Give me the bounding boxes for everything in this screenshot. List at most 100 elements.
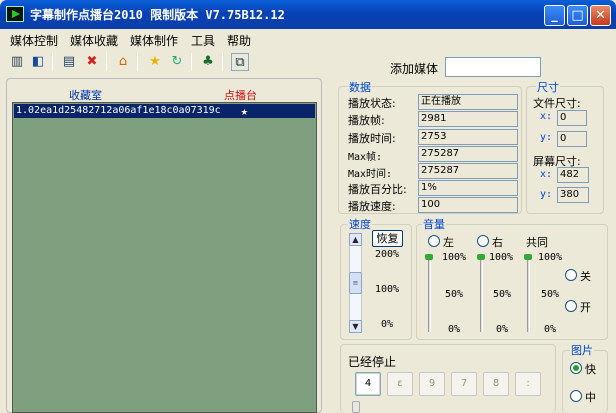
- picture-medium-label: 中: [585, 391, 596, 404]
- list-item[interactable]: 1.02ea1d25482712a06af1e18c0a07319c ★: [14, 104, 315, 118]
- volume-right-radio[interactable]: [477, 235, 489, 247]
- picture-fast-label: 快: [585, 363, 596, 376]
- edit-icon[interactable]: ▤: [60, 53, 78, 71]
- play-percent-value: 1%: [418, 180, 518, 196]
- max-time-value: 275287: [418, 163, 518, 179]
- speed-max-label: 200%: [375, 249, 400, 260]
- screen-y-value: 380: [557, 187, 589, 203]
- menu-help[interactable]: 帮助: [227, 32, 251, 49]
- max-frame-label: Max帧:: [348, 152, 383, 163]
- volume-left-radio[interactable]: [428, 235, 440, 247]
- home-icon[interactable]: ⌂: [114, 53, 132, 71]
- speed-down-arrow-icon[interactable]: ▼: [349, 320, 362, 333]
- file-y-label: y:: [540, 132, 553, 143]
- volume-common-slider[interactable]: [527, 256, 530, 332]
- window-title: 字幕制作点播台2010 限制版本 V7.75B12.12: [30, 8, 285, 22]
- maximize-button[interactable]: □: [567, 5, 588, 26]
- volume-left-min: 0%: [448, 324, 461, 335]
- star-icon[interactable]: ★: [146, 53, 164, 71]
- volume-common-mid: 50%: [541, 289, 560, 300]
- volume-left-label: 左: [443, 236, 454, 249]
- film-icon[interactable]: ▥: [8, 53, 26, 71]
- toolbar-separator: [137, 53, 138, 71]
- minimize-button[interactable]: _: [544, 5, 565, 26]
- tab-ondemand[interactable]: 点播台: [224, 87, 257, 103]
- picture-fast-radio[interactable]: [570, 362, 582, 374]
- tab-favorites[interactable]: 收藏室: [69, 87, 102, 103]
- play-time-label: 播放时间:: [348, 132, 396, 145]
- menu-media-production[interactable]: 媒体制作: [130, 32, 178, 49]
- play-time-value: 2753: [418, 129, 518, 145]
- volume-right-slider[interactable]: [480, 256, 483, 332]
- window-icon[interactable]: ⧉: [231, 53, 249, 71]
- speed-mid-label: 100%: [375, 284, 400, 295]
- playlist[interactable]: 1.02ea1d25482712a06af1e18c0a07319c ★: [12, 102, 317, 413]
- tree-icon[interactable]: ♣: [199, 53, 217, 71]
- list-item-name: 1.02ea1d25482712a06af1e18c0a07319c: [16, 105, 221, 116]
- panel-icon[interactable]: ◧: [29, 53, 47, 71]
- toolbar-separator: [106, 53, 107, 71]
- volume-right-mid: 50%: [493, 289, 512, 300]
- volume-common-max: 100%: [538, 252, 563, 263]
- digit-button-4[interactable]: 7: [451, 372, 477, 396]
- play-frame-value: 2981: [418, 111, 518, 127]
- menu-tools[interactable]: 工具: [191, 32, 215, 49]
- volume-on-label: 开: [580, 301, 591, 314]
- toolbar-separator: [222, 53, 223, 71]
- file-y-value: 0: [557, 131, 587, 147]
- file-size-label: 文件尺寸:: [533, 97, 581, 110]
- volume-off-radio[interactable]: [565, 269, 577, 281]
- menu-media-control[interactable]: 媒体控制: [10, 32, 58, 49]
- favorite-star-icon: ★: [240, 104, 248, 118]
- volume-left-slider[interactable]: [428, 256, 431, 332]
- digit-button-3[interactable]: 9: [419, 372, 445, 396]
- title-bar[interactable]: 字幕制作点播台2010 限制版本 V7.75B12.12 _ □ ✕: [0, 0, 616, 29]
- volume-on-radio[interactable]: [565, 300, 577, 312]
- volume-left-max: 100%: [442, 252, 467, 263]
- app-window: 字幕制作点播台2010 限制版本 V7.75B12.12 _ □ ✕ 媒体控制 …: [0, 0, 616, 413]
- volume-common-thumb[interactable]: [524, 254, 532, 260]
- volume-right-label: 右: [492, 236, 503, 249]
- digit-button-6[interactable]: :: [515, 372, 541, 396]
- toolbar: ▥ ◧ ▤ ✖ ⌂ ★ ↻ ♣ ⧉: [0, 50, 330, 74]
- stopped-status: 已经停止: [348, 355, 397, 369]
- digit-button-2[interactable]: ε: [387, 372, 413, 396]
- position-slider-thumb[interactable]: [352, 401, 360, 413]
- volume-right-max: 100%: [489, 252, 514, 263]
- speed-group-title: 速度: [348, 216, 372, 232]
- max-time-label: Max时间:: [348, 169, 393, 180]
- play-frame-label: 播放帧:: [348, 114, 385, 127]
- digit-button-5[interactable]: 8: [483, 372, 509, 396]
- add-media-label: 添加媒体: [390, 62, 439, 76]
- delete-icon[interactable]: ✖: [83, 53, 101, 71]
- speed-up-arrow-icon[interactable]: ▲: [349, 233, 362, 246]
- menu-media-favorites[interactable]: 媒体收藏: [70, 32, 118, 49]
- add-media-input[interactable]: [445, 57, 541, 77]
- picture-medium-radio[interactable]: [570, 390, 582, 402]
- speed-reset-button[interactable]: 恢复: [372, 230, 403, 247]
- volume-right-thumb[interactable]: [477, 254, 485, 260]
- data-group-title: 数据: [348, 79, 372, 95]
- app-icon: [6, 6, 24, 22]
- screen-y-label: y:: [540, 189, 553, 200]
- volume-common-label: 共同: [526, 236, 548, 249]
- screen-x-label: x:: [540, 169, 553, 180]
- volume-group-title: 音量: [422, 216, 446, 232]
- volume-common-min: 0%: [544, 324, 557, 335]
- digit-button-1[interactable]: 4: [355, 372, 381, 396]
- speed-min-label: 0%: [381, 319, 394, 330]
- file-x-value: 0: [557, 110, 587, 126]
- toolbar-separator: [191, 53, 192, 71]
- volume-off-label: 关: [580, 270, 591, 283]
- menu-bar: 媒体控制 媒体收藏 媒体制作 工具 帮助: [0, 29, 616, 49]
- file-x-label: x:: [540, 111, 553, 122]
- play-status-value: 正在播放: [418, 94, 518, 110]
- volume-left-thumb[interactable]: [425, 254, 433, 260]
- speed-scroll-thumb[interactable]: ≡: [349, 272, 362, 294]
- volume-right-min: 0%: [496, 324, 509, 335]
- close-button[interactable]: ✕: [590, 5, 611, 26]
- max-frame-value: 275287: [418, 146, 518, 162]
- refresh-icon[interactable]: ↻: [168, 53, 186, 71]
- play-speed-value: 100: [418, 197, 518, 213]
- play-status-label: 播放状态:: [348, 97, 396, 110]
